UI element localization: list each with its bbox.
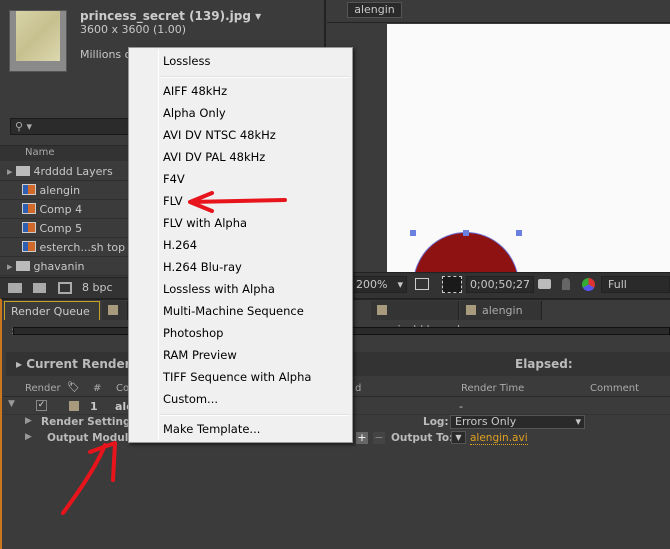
annotation-arrows <box>61 191 287 515</box>
arrow-to-flv <box>188 191 287 213</box>
arrow-to-output-module <box>61 441 117 515</box>
